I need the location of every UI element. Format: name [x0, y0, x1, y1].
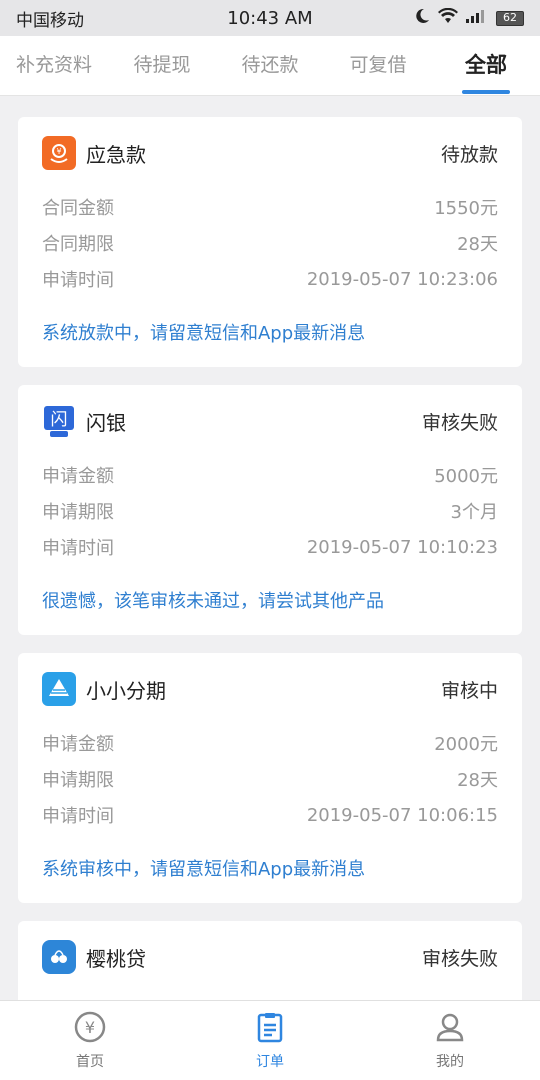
bottom-nav: ¥ 首页 订单 我的 — [0, 1000, 540, 1080]
user-icon — [434, 1011, 466, 1047]
detail-row: 合同期限 28天 — [42, 225, 498, 261]
detail-row: 申请金额 5000元 — [42, 457, 498, 493]
row-value: 2000元 — [434, 734, 498, 755]
order-card[interactable]: ¥ 应急款 待放款 合同金额 1550元 合同期限 28天 申请时间 2019-… — [18, 117, 522, 367]
shanyin-logo-icon: 闪 — [42, 404, 76, 438]
card-header: 樱桃贷 审核失败 — [42, 921, 498, 993]
tab-reborrow[interactable]: 可复借 — [324, 36, 432, 96]
card-header: 闪 闪银 审核失败 — [42, 385, 498, 457]
detail-row: 合同金额 1550元 — [42, 189, 498, 225]
product-name: 闪银 — [86, 410, 126, 435]
order-message: 系统审核中，请留意短信和App最新消息 — [42, 859, 366, 880]
card-header: ¥ 应急款 待放款 — [42, 117, 498, 189]
tab-pending-withdraw[interactable]: 待提现 — [108, 36, 216, 96]
order-message: 很遗憾，该笔审核未通过，请尝试其他产品 — [42, 591, 384, 612]
svg-text:¥: ¥ — [56, 147, 61, 156]
order-status: 审核失败 — [421, 411, 498, 434]
detail-row: 申请时间 2019-05-07 10:10:23 — [42, 529, 498, 565]
wifi-icon — [438, 7, 458, 28]
nav-home[interactable]: ¥ 首页 — [0, 1001, 180, 1080]
detail-row: 申请期限 3个月 — [42, 493, 498, 529]
tab-all[interactable]: 全部 — [432, 36, 540, 96]
order-card[interactable]: 小小分期 审核中 申请金额 2000元 申请期限 28天 申请时间 2019-0… — [18, 653, 522, 903]
row-value: 28天 — [457, 234, 498, 255]
battery-icon: 62 — [496, 10, 524, 26]
order-card[interactable]: 闪 闪银 审核失败 申请金额 5000元 申请期限 3个月 申请时间 2019-… — [18, 385, 522, 635]
row-value: 28天 — [457, 770, 498, 791]
signal-icon — [466, 9, 488, 27]
order-filter-tabs: 补充资料 待提现 待还款 可复借 全部 — [0, 36, 540, 96]
row-value: 2019-05-07 10:23:06 — [306, 268, 498, 290]
nav-mine-label: 我的 — [436, 1053, 464, 1070]
status-bar: 中国移动 10:43 AM 62 — [0, 0, 540, 36]
detail-row: 申请期限 28天 — [42, 761, 498, 797]
row-label: 申请金额 — [42, 734, 114, 755]
yen-coin-icon: ¥ — [74, 1011, 106, 1047]
moon-icon — [414, 8, 430, 28]
svg-text:闪: 闪 — [51, 410, 68, 430]
detail-row: 申请时间 2019-05-07 10:06:15 — [42, 797, 498, 833]
carrier-label: 中国移动 — [16, 10, 84, 31]
row-value: 3个月 — [450, 502, 498, 523]
pyramid-logo-icon — [42, 672, 76, 706]
row-label: 申请期限 — [42, 502, 114, 523]
row-label: 申请期限 — [42, 770, 114, 791]
row-label: 申请时间 — [42, 270, 114, 291]
product-name: 小小分期 — [86, 678, 166, 703]
order-status: 审核失败 — [421, 947, 498, 970]
svg-text:¥: ¥ — [85, 1018, 95, 1037]
row-value: 5000元 — [434, 466, 498, 487]
order-card[interactable]: 樱桃贷 审核失败 — [18, 921, 522, 1000]
row-label: 合同期限 — [42, 234, 114, 255]
row-value: 1550元 — [434, 198, 498, 219]
order-status: 审核中 — [440, 679, 498, 702]
row-label: 申请时间 — [42, 538, 114, 559]
order-status: 待放款 — [440, 143, 498, 166]
tab-supplement[interactable]: 补充资料 — [0, 36, 108, 96]
nav-home-label: 首页 — [76, 1053, 104, 1070]
detail-row: 申请时间 2019-05-07 10:23:06 — [42, 261, 498, 297]
nav-orders-label: 订单 — [256, 1053, 284, 1070]
card-header: 小小分期 审核中 — [42, 653, 498, 725]
order-message: 系统放款中，请留意短信和App最新消息 — [42, 323, 366, 344]
tab-pending-repay[interactable]: 待还款 — [216, 36, 324, 96]
row-value: 2019-05-07 10:10:23 — [306, 536, 498, 558]
row-label: 申请金额 — [42, 466, 114, 487]
coin-hand-icon: ¥ — [42, 136, 76, 170]
order-list: ¥ 应急款 待放款 合同金额 1550元 合同期限 28天 申请时间 2019-… — [0, 97, 540, 1000]
product-name: 樱桃贷 — [86, 946, 146, 971]
row-label: 申请时间 — [42, 806, 114, 827]
clipboard-icon — [254, 1011, 286, 1047]
cherry-logo-icon — [42, 940, 76, 974]
row-value: 2019-05-07 10:06:15 — [306, 804, 498, 826]
product-name: 应急款 — [86, 142, 146, 167]
nav-orders[interactable]: 订单 — [180, 1001, 360, 1080]
status-icons: 62 — [414, 7, 524, 28]
row-label: 合同金额 — [42, 198, 114, 219]
detail-row: 申请金额 2000元 — [42, 725, 498, 761]
nav-mine[interactable]: 我的 — [360, 1001, 540, 1080]
